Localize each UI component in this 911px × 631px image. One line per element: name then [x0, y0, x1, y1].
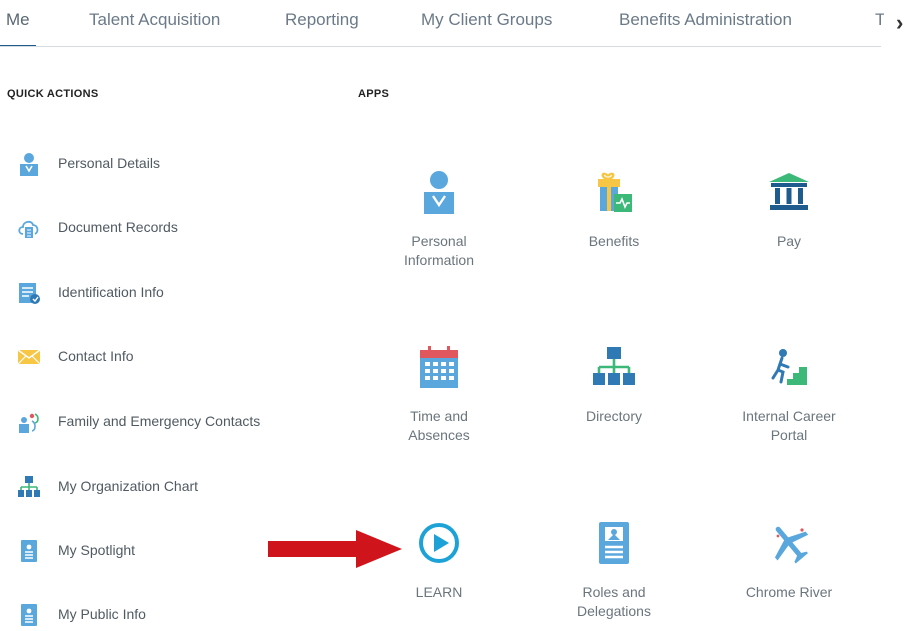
quick-actions-title: QUICK ACTIONS	[7, 88, 99, 100]
airplane-icon	[774, 526, 809, 564]
family-icon	[19, 413, 39, 433]
play-icon	[419, 523, 459, 563]
quick-action-label: Contact Info	[58, 348, 134, 364]
app-benefits[interactable]: Benefits	[544, 170, 684, 260]
app-label-line1: Directory	[585, 408, 642, 424]
quick-action-label: Document Records	[58, 219, 178, 235]
app-label-line1: Time and	[410, 408, 468, 424]
app-label-line1: Internal Career	[742, 408, 836, 424]
chevron-right-icon[interactable]: ›	[896, 10, 903, 36]
gift-icon	[598, 172, 632, 212]
app-time-and-absences[interactable]: Time and Absences	[369, 345, 509, 445]
quick-action-label: My Spotlight	[58, 542, 136, 558]
app-label-line1: Pay	[776, 233, 802, 249]
app-label-line2: Delegations	[577, 603, 651, 619]
person-icon	[424, 171, 454, 214]
badge-icon	[599, 522, 629, 564]
tab-benefits-administration[interactable]: Benefits Administration	[619, 10, 792, 30]
badge-icon	[21, 604, 37, 626]
bank-icon	[769, 173, 809, 210]
app-chrome-river[interactable]: Chrome River	[719, 521, 859, 611]
tab-me-label: Me	[6, 10, 30, 29]
calendar-icon	[420, 346, 458, 388]
quick-action-my-organization-chart[interactable]: My Organization Chart	[0, 473, 300, 503]
app-roles-and-delegations[interactable]: Roles and Delegations	[544, 521, 684, 621]
quick-action-label: Personal Details	[58, 155, 160, 171]
app-label-line2: Portal	[770, 427, 808, 443]
app-label-line2: Absences	[408, 427, 470, 443]
app-directory[interactable]: Directory	[544, 345, 684, 435]
red-arrow-annotation	[268, 530, 402, 568]
app-label-line1: Chrome River	[745, 584, 833, 600]
app-label-line2: Information	[403, 252, 475, 268]
app-label-line1: Roles and	[582, 584, 646, 600]
badge-icon	[21, 540, 37, 562]
org-chart-icon	[593, 347, 635, 385]
org-chart-icon	[18, 476, 40, 497]
tab-talent-acquisition[interactable]: Talent Acquisition	[89, 10, 220, 30]
nav-divider	[0, 46, 881, 47]
quick-action-label: My Public Info	[58, 606, 146, 622]
quick-action-label: Identification Info	[58, 284, 164, 300]
app-label-line1: Benefits	[588, 233, 640, 249]
quick-action-family-emergency-contacts[interactable]: Family and Emergency Contacts	[0, 408, 300, 438]
cloud-document-icon	[18, 220, 39, 238]
tab-reporting[interactable]: Reporting	[285, 10, 359, 30]
quick-action-my-public-info[interactable]: My Public Info	[0, 601, 300, 631]
quick-action-label: My Organization Chart	[58, 478, 199, 494]
app-label-line1: Personal	[411, 233, 467, 249]
top-navigation: Me Talent Acquisition Reporting My Clien…	[0, 0, 911, 50]
career-stairs-icon	[771, 349, 807, 385]
app-label-line1: LEARN	[415, 584, 463, 600]
quick-action-personal-details[interactable]: Personal Details	[0, 150, 300, 180]
tab-overflow[interactable]: Too	[875, 10, 884, 30]
app-personal-information[interactable]: Personal Information	[369, 170, 509, 270]
quick-action-document-records[interactable]: Document Records	[0, 214, 300, 244]
app-internal-career-portal[interactable]: Internal Career Portal	[719, 345, 859, 445]
apps-title: APPS	[358, 88, 390, 100]
envelope-icon	[17, 349, 41, 365]
tab-me[interactable]: Me	[0, 10, 36, 47]
quick-action-identification-info[interactable]: Identification Info	[0, 279, 300, 309]
quick-action-my-spotlight[interactable]: My Spotlight	[0, 537, 300, 567]
quick-action-contact-info[interactable]: Contact Info	[0, 343, 300, 373]
tab-my-client-groups[interactable]: My Client Groups	[421, 10, 552, 30]
id-card-icon	[19, 283, 40, 304]
person-icon	[20, 153, 38, 176]
quick-action-label: Family and Emergency Contacts	[58, 413, 261, 429]
app-pay[interactable]: Pay	[719, 170, 859, 260]
